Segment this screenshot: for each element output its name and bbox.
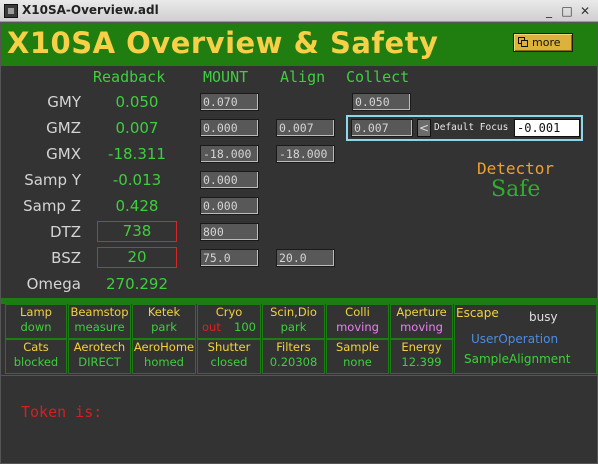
status-name: Aperture — [396, 305, 447, 319]
align-gmx-input[interactable]: -18.000 — [276, 145, 335, 163]
token-label: Token is: — [21, 403, 103, 421]
status-value: moving — [400, 320, 443, 334]
default-focus-group: 0.007 < Default Focus -0.001 — [346, 115, 583, 141]
status-name: Ketek — [147, 305, 181, 319]
label-samp-z: Samp Z — [23, 197, 81, 215]
readback-gmz: 0.007 — [115, 119, 159, 137]
detector-state: Safe — [491, 177, 541, 202]
header-bar: X10SA Overview & Safety more — [1, 23, 597, 66]
status-sample: Sample none — [326, 339, 389, 374]
label-bsz: BSZ — [51, 249, 81, 267]
escape-status: busy — [529, 310, 558, 324]
collect-gmy-input[interactable]: 0.050 — [352, 93, 411, 111]
mount-gmz-input[interactable]: 0.000 — [200, 119, 259, 137]
window-title: X10SA-Overview.adl — [22, 3, 159, 17]
status-value: 12.399 — [401, 355, 442, 369]
status-value: moving — [336, 320, 379, 334]
status-name: Cryo — [215, 305, 243, 319]
mount-gmx-input[interactable]: -18.000 — [200, 145, 259, 163]
label-gmy: GMY — [47, 93, 81, 111]
label-gmx: GMX — [46, 145, 81, 163]
default-focus-input[interactable]: -0.001 — [514, 119, 580, 137]
status-lamp: Lamp down — [5, 304, 67, 339]
status-shutter: Shutter closed — [197, 339, 261, 374]
status-value: DIRECT — [78, 355, 121, 369]
align-gmz-input[interactable]: 0.007 — [276, 119, 335, 137]
status-name: Scin,Dio — [270, 305, 317, 319]
status-value: measure — [74, 320, 125, 334]
minimize-button[interactable]: _ — [542, 4, 556, 18]
label-samp-y: Samp Y — [24, 171, 81, 189]
mount-dtz-input[interactable]: 800 — [200, 223, 259, 241]
status-value: down — [20, 320, 52, 334]
align-bsz-input[interactable]: 20.0 — [276, 249, 335, 267]
status-value: 0.20308 — [269, 355, 318, 369]
readback-samp-y: -0.013 — [112, 171, 162, 189]
col-collect: Collect — [346, 68, 410, 86]
status-aerohome: AeroHome homed — [132, 339, 196, 374]
window-titlebar[interactable]: X10SA-Overview.adl _ □ ✕ — [0, 0, 598, 22]
status-cats: Cats blocked — [5, 339, 67, 374]
status-name: AeroHome — [133, 340, 195, 354]
status-name: Aerotech — [73, 340, 126, 354]
readback-samp-z: 0.428 — [115, 197, 159, 215]
mount-gmy-input[interactable]: 0.070 — [200, 93, 259, 111]
collect-gmz-input[interactable]: 0.007 — [351, 119, 413, 137]
status-value: park — [151, 320, 177, 334]
status-value: park — [280, 320, 307, 334]
app-icon — [4, 4, 18, 18]
cryo-state: out — [202, 320, 221, 334]
status-energy: Energy 12.399 — [390, 339, 453, 374]
escape-label: Escape — [456, 306, 499, 320]
mount-bsz-input[interactable]: 75.0 — [200, 249, 259, 267]
readback-gmx: -18.311 — [108, 145, 166, 163]
readback-omega: 270.292 — [105, 275, 169, 293]
label-omega: Omega — [26, 275, 81, 293]
cryo-level: 100 — [234, 320, 256, 334]
mount-samp-z-input[interactable]: 0.000 — [200, 197, 259, 215]
status-name: Colli — [345, 305, 370, 319]
status-value: closed — [210, 355, 248, 369]
status-aerotech: Aerotech DIRECT — [68, 339, 131, 374]
status-name: Energy — [401, 340, 442, 354]
related-display-icon — [518, 37, 528, 47]
readback-dtz: 738 — [97, 221, 177, 242]
label-dtz: DTZ — [50, 223, 81, 241]
default-focus-label: Default Focus — [434, 122, 509, 133]
escape-sample-mode: SampleAlignment — [464, 352, 571, 366]
status-name: Sample — [335, 340, 380, 354]
overview-panel: X10SA Overview & Safety more Readback MO… — [0, 22, 598, 464]
status-name: Filters — [276, 340, 311, 354]
col-mount: MOUNT — [203, 68, 249, 86]
focus-arrow-button[interactable]: < — [417, 119, 431, 137]
status-name: Lamp — [20, 305, 52, 319]
status-value: homed — [144, 355, 184, 369]
status-beamstop: Beamstop measure — [68, 304, 131, 339]
status-colli: Colli moving — [326, 304, 389, 339]
readback-gmy: 0.050 — [115, 93, 159, 111]
maximize-button[interactable]: □ — [560, 4, 574, 18]
status-cryo: Cryo out 100 — [197, 304, 261, 339]
status-name: Beamstop — [70, 305, 129, 319]
mount-samp-y-input[interactable]: 0.000 — [200, 171, 259, 189]
more-button[interactable]: more — [513, 33, 573, 52]
status-name: Shutter — [207, 340, 251, 354]
col-readback: Readback — [93, 68, 166, 86]
escape-user-mode: UserOperation — [471, 332, 559, 346]
readback-bsz: 20 — [97, 247, 177, 268]
detector-label: Detector — [477, 159, 555, 178]
status-ketek: Ketek park — [132, 304, 196, 339]
close-button[interactable]: ✕ — [578, 4, 592, 18]
col-align: Align — [280, 68, 326, 86]
page-title: X10SA Overview & Safety — [7, 26, 439, 60]
status-name: Cats — [23, 340, 49, 354]
label-gmz: GMZ — [46, 119, 81, 137]
status-value: blocked — [13, 355, 59, 369]
status-aperture: Aperture moving — [390, 304, 453, 339]
status-scin-dio: Scin,Dio park — [262, 304, 325, 339]
more-label: more — [532, 36, 561, 49]
status-filters: Filters 0.20308 — [262, 339, 325, 374]
status-value: none — [343, 355, 372, 369]
